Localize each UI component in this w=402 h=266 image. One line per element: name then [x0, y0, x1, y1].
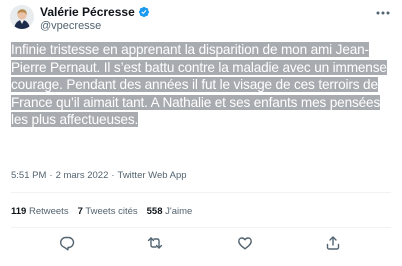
divider: [11, 227, 391, 228]
handle[interactable]: @vpecresse: [40, 20, 101, 32]
meta-separator: ·: [111, 170, 115, 181]
retweets-stat[interactable]: 119 Retweets: [11, 206, 69, 217]
more-options-icon[interactable]: [375, 7, 391, 19]
likes-stat[interactable]: 558 J'aime: [147, 206, 193, 217]
reply-icon[interactable]: [59, 235, 75, 251]
avatar[interactable]: [10, 5, 34, 29]
retweets-label: Retweets: [28, 206, 69, 217]
quotes-count: 7: [77, 206, 83, 217]
action-bar: [11, 235, 391, 251]
like-icon[interactable]: [237, 235, 253, 251]
tweet-text-selection: Infinie tristesse en apprenant la dispar…: [11, 42, 387, 128]
divider: [11, 192, 391, 193]
retweets-count: 119: [11, 206, 27, 217]
meta-separator: ·: [49, 170, 53, 181]
tweet-date[interactable]: 2 mars 2022: [56, 170, 109, 181]
verified-badge-icon: [138, 6, 150, 18]
retweet-icon[interactable]: [147, 235, 163, 251]
share-icon[interactable]: [325, 235, 341, 251]
tweet-source[interactable]: Twitter Web App: [118, 170, 187, 181]
likes-count: 558: [146, 206, 163, 217]
tweet-text: Infinie tristesse en apprenant la dispar…: [11, 41, 391, 129]
tweet-meta: 5:51 PM · 2 mars 2022 · Twitter Web App: [11, 170, 187, 181]
quotes-stat[interactable]: 7 Tweets cités: [78, 206, 138, 217]
display-name[interactable]: Valérie Pécresse: [40, 5, 150, 19]
likes-label: J'aime: [165, 206, 193, 217]
tweet-stats: 119 Retweets 7 Tweets cités 558 J'aime: [11, 206, 192, 217]
quotes-label: Tweets cités: [85, 206, 138, 217]
tweet-time[interactable]: 5:51 PM: [11, 170, 46, 181]
display-name-text[interactable]: Valérie Pécresse: [40, 5, 135, 19]
